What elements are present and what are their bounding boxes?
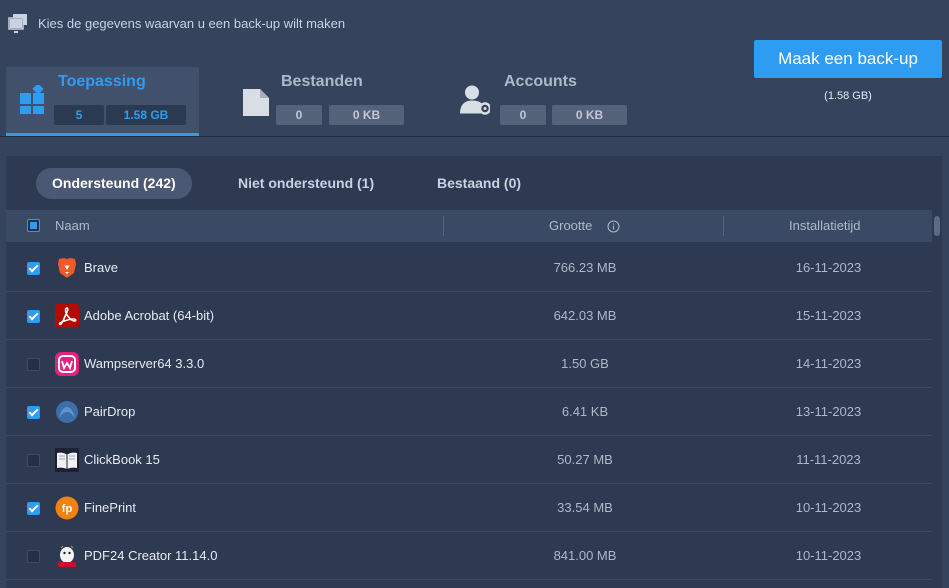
app-install-date: 11-11-2023 xyxy=(796,452,861,467)
count-badge: 0 xyxy=(276,105,322,125)
count-badge: 0 xyxy=(500,105,546,125)
tab-toepassing[interactable]: Toepassing 5 1.58 GB xyxy=(6,67,199,136)
app-size: 1.50 GB xyxy=(561,356,609,371)
window-copy-icon xyxy=(8,14,27,33)
app-name: FinePrint xyxy=(84,500,137,515)
filter-ondersteund[interactable]: Ondersteund (242) xyxy=(36,168,192,199)
column-separator[interactable] xyxy=(443,216,444,236)
page-subtitle: Kies de gegevens waarvan u een back-up w… xyxy=(38,16,346,31)
filter-bestaand[interactable]: Bestaand (0) xyxy=(421,168,537,199)
user-gear-icon xyxy=(460,85,490,115)
filter-niet-ondersteund[interactable]: Niet ondersteund (1) xyxy=(222,168,390,199)
wampserver-icon xyxy=(55,352,79,376)
table-row[interactable]: PDF24 Creator 11.14.0 841.00 MB 10-11-20… xyxy=(6,532,932,580)
info-icon[interactable] xyxy=(607,220,620,233)
brave-lion-icon xyxy=(58,258,76,278)
table-header: Naam Grootte Installatietijd xyxy=(6,210,932,242)
app-list-panel: Ondersteund (242) Niet ondersteund (1) B… xyxy=(6,156,942,588)
tab-bestanden[interactable]: Bestanden 0 0 KB xyxy=(234,67,434,136)
app-name: ClickBook 15 xyxy=(84,452,160,467)
scrollbar-thumb[interactable] xyxy=(934,216,940,236)
backup-total-size: (1.58 GB) xyxy=(824,90,872,102)
app-size: 50.27 MB xyxy=(557,452,613,467)
row-checkbox[interactable] xyxy=(27,550,40,563)
size-badge: 1.58 GB xyxy=(106,105,186,125)
table-row[interactable]: ClickBook 15 50.27 MB 11-11-2023 xyxy=(6,436,932,484)
app-install-date: 15-11-2023 xyxy=(795,308,862,323)
app-install-date: 10-11-2023 xyxy=(795,548,862,563)
app-size: 33.54 MB xyxy=(557,500,613,515)
app-install-date: 10-11-2023 xyxy=(795,500,862,515)
app-name: PairDrop xyxy=(84,404,136,419)
row-checkbox[interactable] xyxy=(27,406,40,419)
row-checkbox[interactable] xyxy=(27,262,40,275)
size-badge: 0 KB xyxy=(552,105,627,125)
open-book-icon xyxy=(55,448,79,472)
app-name: PDF24 Creator 11.14.0 xyxy=(84,548,218,563)
divider xyxy=(0,136,949,137)
app-install-date: 14-11-2023 xyxy=(795,356,862,371)
column-header-name[interactable]: Naam xyxy=(55,210,90,242)
apps-grid-icon xyxy=(20,85,44,114)
column-header-size[interactable]: Grootte xyxy=(549,210,592,242)
app-name: Adobe Acrobat (64-bit) xyxy=(84,308,215,323)
svg-text:fp: fp xyxy=(62,503,73,515)
count-badge: 5 xyxy=(54,105,104,125)
backup-button[interactable]: Maak een back-up xyxy=(754,40,942,78)
pdf24-goat-icon xyxy=(58,545,76,567)
row-checkbox[interactable] xyxy=(27,358,40,371)
table-row[interactable]: PairDrop 6.41 KB 13-11-2023 xyxy=(6,388,932,436)
row-checkbox[interactable] xyxy=(27,502,40,515)
select-all-checkbox[interactable] xyxy=(27,219,40,232)
app-name: Brave xyxy=(84,260,118,275)
app-size: 841.00 MB xyxy=(553,548,617,563)
app-install-date: 16-11-2023 xyxy=(795,260,862,275)
table-row[interactable]: Adobe Acrobat (64-bit) 642.03 MB 15-11-2… xyxy=(6,292,932,340)
fineprint-icon: fp xyxy=(55,496,79,520)
column-separator[interactable] xyxy=(723,216,724,236)
row-checkbox[interactable] xyxy=(27,454,40,467)
tab-label: Bestanden xyxy=(281,73,363,90)
file-icon xyxy=(243,89,269,116)
app-install-date: 13-11-2023 xyxy=(795,404,862,419)
tab-label: Toepassing xyxy=(58,73,146,90)
pairdrop-icon xyxy=(56,401,78,423)
column-header-date[interactable]: Installatietijd xyxy=(789,210,861,242)
app-size: 642.03 MB xyxy=(553,308,617,323)
size-badge: 0 KB xyxy=(329,105,404,125)
acrobat-icon xyxy=(55,304,79,328)
table-row[interactable]: Brave 766.23 MB 16-11-2023 xyxy=(6,244,932,292)
row-checkbox[interactable] xyxy=(27,310,40,323)
app-name: Wampserver64 3.3.0 xyxy=(84,356,205,371)
table-row[interactable]: Wampserver64 3.3.0 1.50 GB 14-11-2023 xyxy=(6,340,932,388)
table-row[interactable]: fp FinePrint 33.54 MB 10-11-2023 xyxy=(6,484,932,532)
app-size: 6.41 KB xyxy=(561,404,609,419)
tab-accounts[interactable]: Accounts 0 0 KB xyxy=(455,67,655,136)
tab-label: Accounts xyxy=(504,73,577,90)
app-size: 766.23 MB xyxy=(553,260,617,275)
